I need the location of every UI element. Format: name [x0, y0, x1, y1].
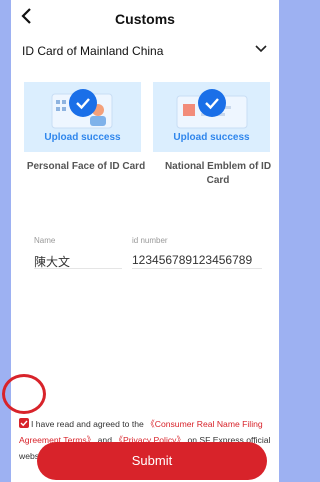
header: Customs — [11, 0, 279, 40]
id-number-label: id number — [132, 236, 168, 245]
upload-status-label: Upload success — [44, 132, 121, 143]
upload-card-emblem[interactable]: Upload success — [153, 82, 270, 152]
id-number-underline — [132, 268, 262, 269]
upload-caption-face: Personal Face of ID Card — [26, 161, 146, 172]
highlight-circle — [2, 374, 46, 414]
id-number-field[interactable]: 123456789123456789 — [132, 253, 252, 267]
check-circle-icon — [69, 89, 97, 117]
submit-button[interactable]: Submit — [37, 442, 267, 480]
name-label: Name — [34, 236, 56, 245]
checkmark-icon — [20, 420, 28, 427]
upload-caption-emblem: National Emblem of ID Card — [164, 161, 272, 186]
agreement-prefix: I have read and agreed to the — [31, 419, 147, 429]
document-type-select[interactable]: ID Card of Mainland China — [19, 40, 274, 62]
name-underline — [34, 268, 122, 269]
upload-card-face[interactable]: Upload success — [24, 82, 141, 152]
chevron-down-icon — [255, 45, 267, 53]
upload-status-label: Upload success — [173, 132, 250, 143]
id-upload-cards: Upload success Upload success — [24, 82, 276, 152]
agreement-checkbox[interactable] — [19, 418, 29, 428]
document-type-value: ID Card of Mainland China — [22, 44, 164, 58]
phone-screen: Customs ID Card of Mainland China Upload… — [11, 0, 279, 482]
page-title: Customs — [115, 11, 175, 27]
check-circle-icon — [198, 89, 226, 117]
